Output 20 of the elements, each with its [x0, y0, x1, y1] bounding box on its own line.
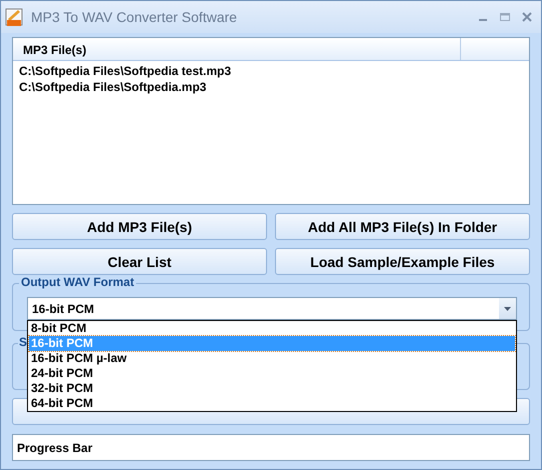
- group-label: Output WAV Format: [19, 275, 136, 289]
- format-option[interactable]: 24-bit PCM: [29, 366, 515, 381]
- progress-label: Progress Bar: [17, 441, 92, 455]
- group-label: S: [18, 335, 28, 349]
- format-option[interactable]: 16-bit PCM µ-law: [29, 351, 515, 366]
- file-row[interactable]: C:\Softpedia Files\Softpedia.mp3: [13, 79, 212, 95]
- action-button[interactable]: Clear List: [12, 248, 267, 275]
- app-icon: [5, 7, 25, 27]
- action-button[interactable]: Add MP3 File(s): [12, 213, 267, 240]
- format-option[interactable]: 32-bit PCM: [29, 381, 515, 396]
- close-icon[interactable]: [521, 11, 533, 23]
- maximize-icon[interactable]: [499, 11, 511, 23]
- format-option[interactable]: 8-bit PCM: [29, 321, 515, 336]
- window-title: MP3 To WAV Converter Software: [31, 9, 238, 25]
- format-dropdown[interactable]: 16-bit PCM: [27, 297, 517, 320]
- format-option[interactable]: 64-bit PCM: [29, 396, 515, 411]
- action-button[interactable]: Add All MP3 File(s) In Folder: [275, 213, 530, 240]
- file-row[interactable]: C:\Softpedia Files\Softpedia test.mp3: [13, 63, 238, 79]
- dropdown-arrow-icon[interactable]: [504, 306, 511, 310]
- action-button[interactable]: Load Sample/Example Files: [275, 248, 530, 275]
